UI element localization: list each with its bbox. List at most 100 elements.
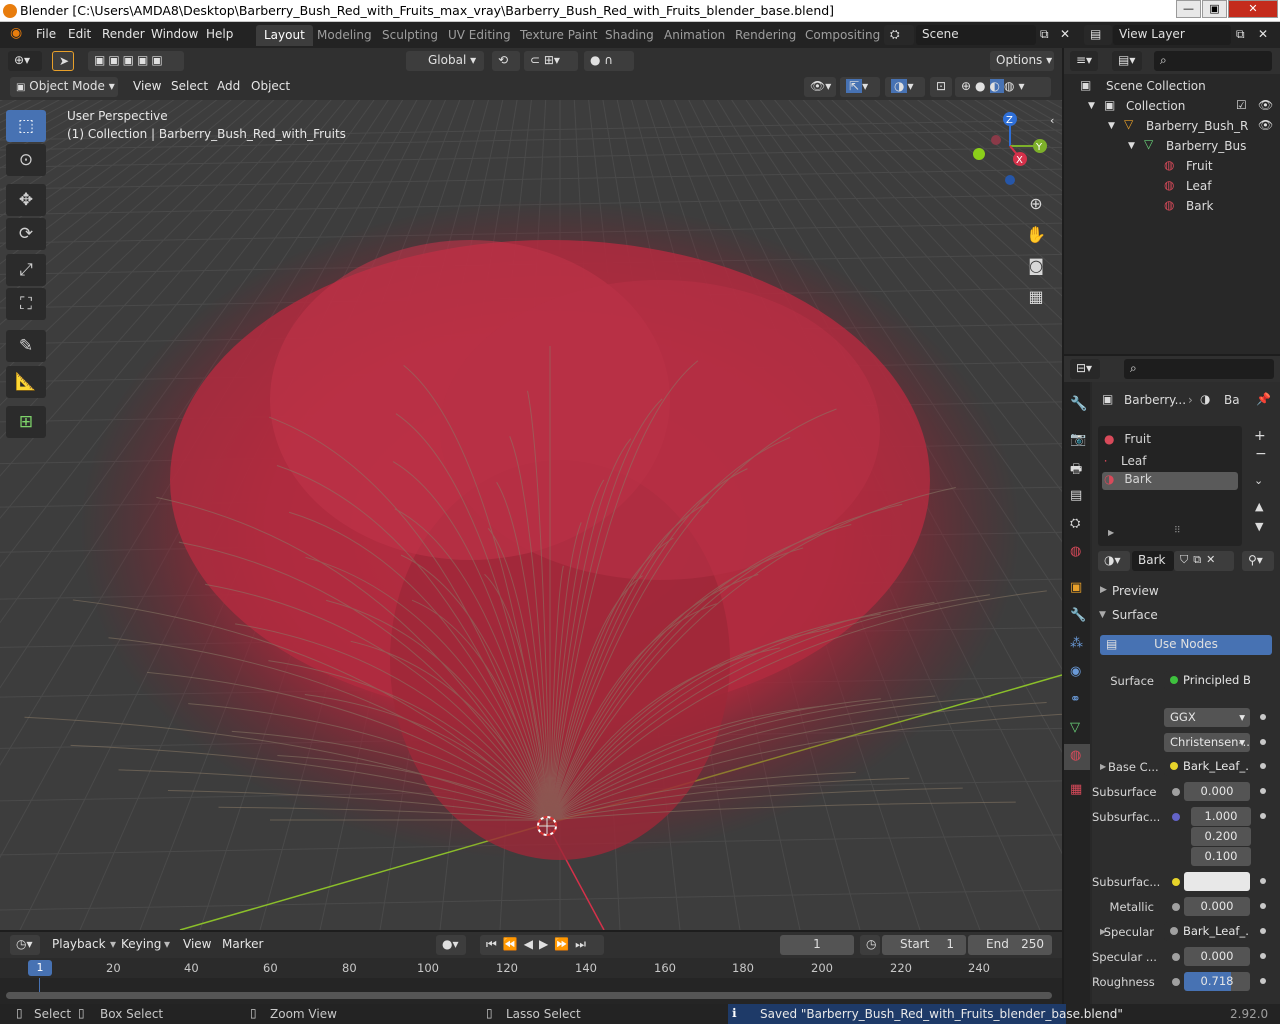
autokey-record-icon[interactable]: ●▾ bbox=[436, 935, 466, 955]
gizmo-toggle-icon[interactable]: ⇱ ▾ bbox=[840, 77, 880, 97]
slot-bark[interactable]: ◑ Bark bbox=[1102, 472, 1238, 490]
collection-visibility-eye-icon[interactable]: 👁 bbox=[1258, 98, 1273, 112]
outliner-search-input[interactable]: ⌕ bbox=[1154, 51, 1272, 71]
subsurface-method-keyframe-dot[interactable] bbox=[1260, 739, 1266, 745]
subsurface-field[interactable]: 0.000 bbox=[1184, 782, 1250, 801]
pan-hand-icon[interactable]: ✋ bbox=[1023, 222, 1049, 248]
tab-uv-editing[interactable]: UV Editing bbox=[440, 25, 519, 46]
material-slot-list[interactable]: ● Fruit ⸱ Leaf ◑ Bark ▶ ⠿ bbox=[1098, 426, 1242, 546]
roughness-slider[interactable]: 0.718 bbox=[1184, 972, 1250, 991]
object-mode-dropdown[interactable]: ▣ Object Mode ▾ bbox=[10, 77, 118, 97]
slot-leaf[interactable]: ⸱ Leaf bbox=[1104, 452, 1236, 470]
panel-preview[interactable]: Preview bbox=[1112, 584, 1159, 598]
remove-slot-icon[interactable]: − bbox=[1255, 446, 1267, 462]
distribution-keyframe-dot[interactable] bbox=[1260, 714, 1266, 720]
metallic-field[interactable]: 0.000 bbox=[1184, 897, 1250, 916]
menu-file[interactable]: File bbox=[36, 27, 56, 41]
material-actions-icons[interactable]: ⛉⧉✕ bbox=[1174, 551, 1234, 571]
outliner-scene-collection[interactable]: Scene Collection bbox=[1106, 79, 1206, 93]
visibility-eye-icon[interactable]: 👁▾ bbox=[804, 77, 836, 97]
view-layer-browse-icon[interactable]: ▤ bbox=[1084, 25, 1112, 45]
editor-type-icon[interactable]: ⊕▾ bbox=[8, 51, 42, 71]
subsurface-radius-keyframe-dot[interactable] bbox=[1260, 813, 1266, 819]
menu-help[interactable]: Help bbox=[206, 27, 233, 41]
render-tab-icon[interactable]: 📷 bbox=[1070, 432, 1086, 447]
tab-animation[interactable]: Animation bbox=[656, 25, 733, 46]
specular-tint-keyframe-dot[interactable] bbox=[1260, 953, 1266, 959]
scale-tool-icon[interactable]: ⤢ bbox=[6, 254, 46, 286]
tool-tab-icon[interactable]: 🔧 bbox=[1070, 396, 1087, 412]
timeline-scrollbar[interactable] bbox=[6, 992, 1052, 999]
annotate-tool-icon[interactable]: ✎ bbox=[6, 330, 46, 362]
viewport-menu-object[interactable]: Object bbox=[251, 79, 290, 93]
maximize-button[interactable]: ▣ bbox=[1202, 0, 1227, 18]
timeline-area[interactable]: 1 20 40 60 80 100 120 140 160 180 200 22… bbox=[0, 958, 1062, 1004]
outliner-item-collection[interactable]: Collection bbox=[1126, 99, 1185, 113]
subsurface-radius-r[interactable]: 1.000 bbox=[1191, 807, 1251, 826]
viewport-menu-add[interactable]: Add bbox=[217, 79, 240, 93]
preview-range-icon[interactable]: ◷ bbox=[860, 935, 880, 955]
new-view-layer-icon[interactable]: ⧉ bbox=[1236, 27, 1245, 42]
proportional-edit-icon[interactable]: ● ∩ bbox=[584, 51, 634, 71]
pin-icon[interactable]: 📌 bbox=[1256, 392, 1271, 406]
pivot-point-icon[interactable]: ⟲ bbox=[492, 51, 520, 71]
menu-edit[interactable]: Edit bbox=[68, 27, 91, 41]
timeline-menu-marker[interactable]: Marker bbox=[222, 937, 263, 951]
add-cube-tool-icon[interactable]: ⊞ bbox=[6, 406, 46, 438]
snap-icon[interactable]: ⊂ ⊞▾ bbox=[524, 51, 578, 71]
view-layer-field[interactable]: View Layer bbox=[1113, 25, 1231, 45]
material-tab-icon[interactable]: ◍ bbox=[1070, 748, 1081, 763]
3d-cursor[interactable] bbox=[537, 816, 557, 836]
collection-checkbox[interactable]: ☑ bbox=[1236, 98, 1247, 112]
move-slot-down-icon[interactable]: ▼ bbox=[1255, 520, 1263, 533]
measure-tool-icon[interactable]: 📐 bbox=[6, 366, 46, 398]
subsurface-color-swatch[interactable] bbox=[1184, 872, 1250, 891]
timeline-menu-playback[interactable]: Playback bbox=[52, 937, 106, 951]
minimize-button[interactable]: — bbox=[1176, 0, 1201, 18]
view-layer-tab-icon[interactable]: ▤ bbox=[1070, 488, 1082, 503]
particles-tab-icon[interactable]: ⁂ bbox=[1070, 636, 1083, 651]
transform-orientation-dropdown[interactable]: Global ▾ bbox=[406, 51, 484, 71]
outliner-item-mesh[interactable]: Barberry_Bus bbox=[1166, 139, 1246, 153]
subsurface-radius-b[interactable]: 0.100 bbox=[1191, 847, 1251, 866]
select-box-tool-icon[interactable]: ⬚ bbox=[6, 110, 46, 142]
menu-window[interactable]: Window bbox=[151, 27, 198, 41]
shading-mode-icons[interactable]: ⊕●◐◍▾ bbox=[955, 77, 1051, 97]
browse-material-icon[interactable]: ◑▾ bbox=[1098, 551, 1130, 571]
playhead-frame[interactable]: 1 bbox=[28, 960, 52, 976]
object-expand-icon[interactable]: ▼ bbox=[1108, 121, 1115, 131]
ortho-grid-icon[interactable]: ▦ bbox=[1023, 284, 1049, 310]
xray-toggle-icon[interactable]: ⊡ bbox=[930, 77, 952, 97]
tab-layout[interactable]: Layout bbox=[256, 25, 313, 46]
active-tool-icon[interactable]: ➤ bbox=[52, 51, 74, 71]
transform-tool-icon[interactable]: ⛶ bbox=[6, 288, 46, 320]
specular-field[interactable]: Bark_Leaf_... bbox=[1164, 922, 1250, 941]
outliner-editor-type-icon[interactable]: ≡▾ bbox=[1070, 51, 1098, 71]
modifiers-tab-icon[interactable]: 🔧 bbox=[1070, 608, 1086, 623]
use-nodes-button[interactable]: ▤ Use Nodes bbox=[1100, 635, 1272, 655]
timeline-menu-view[interactable]: View bbox=[183, 937, 211, 951]
camera-view-icon[interactable]: ◙ bbox=[1023, 253, 1049, 279]
subsurface-method-dropdown[interactable]: Christensen-... ▾ bbox=[1164, 733, 1250, 752]
options-dropdown[interactable]: Options ▾ bbox=[990, 51, 1054, 71]
subsurface-radius-g[interactable]: 0.200 bbox=[1191, 827, 1251, 846]
collection-expand-icon[interactable]: ▼ bbox=[1088, 101, 1095, 111]
specular-tint-field[interactable]: 0.000 bbox=[1184, 947, 1250, 966]
outliner-item-fruit[interactable]: Fruit bbox=[1186, 159, 1213, 173]
scene-tab-icon[interactable]: ⛭ bbox=[1070, 516, 1080, 531]
overlay-toggle-icon[interactable]: ◑ ▾ bbox=[885, 77, 925, 97]
timeline-ruler[interactable]: 1 20 40 60 80 100 120 140 160 180 200 22… bbox=[0, 958, 1062, 978]
tab-texture-paint[interactable]: Texture Paint bbox=[512, 25, 605, 46]
menu-render[interactable]: Render bbox=[102, 27, 145, 41]
outliner-item-bark[interactable]: Bark bbox=[1186, 199, 1213, 213]
link-icon[interactable]: ⚲▾ bbox=[1242, 551, 1274, 571]
slot-list-expand-icon[interactable]: ▶ bbox=[1108, 528, 1114, 537]
specular-keyframe-dot[interactable] bbox=[1260, 928, 1266, 934]
output-tab-icon[interactable]: 🖶 bbox=[1070, 460, 1082, 482]
metallic-keyframe-dot[interactable] bbox=[1260, 903, 1266, 909]
rotate-tool-icon[interactable]: ⟳ bbox=[6, 218, 46, 250]
tab-shading[interactable]: Shading bbox=[597, 25, 662, 46]
barberry-bush-object[interactable] bbox=[24, 200, 1062, 860]
scene-name-field[interactable]: Scene bbox=[916, 25, 1036, 45]
surface-shader-field[interactable]: Principled B... bbox=[1164, 671, 1250, 690]
